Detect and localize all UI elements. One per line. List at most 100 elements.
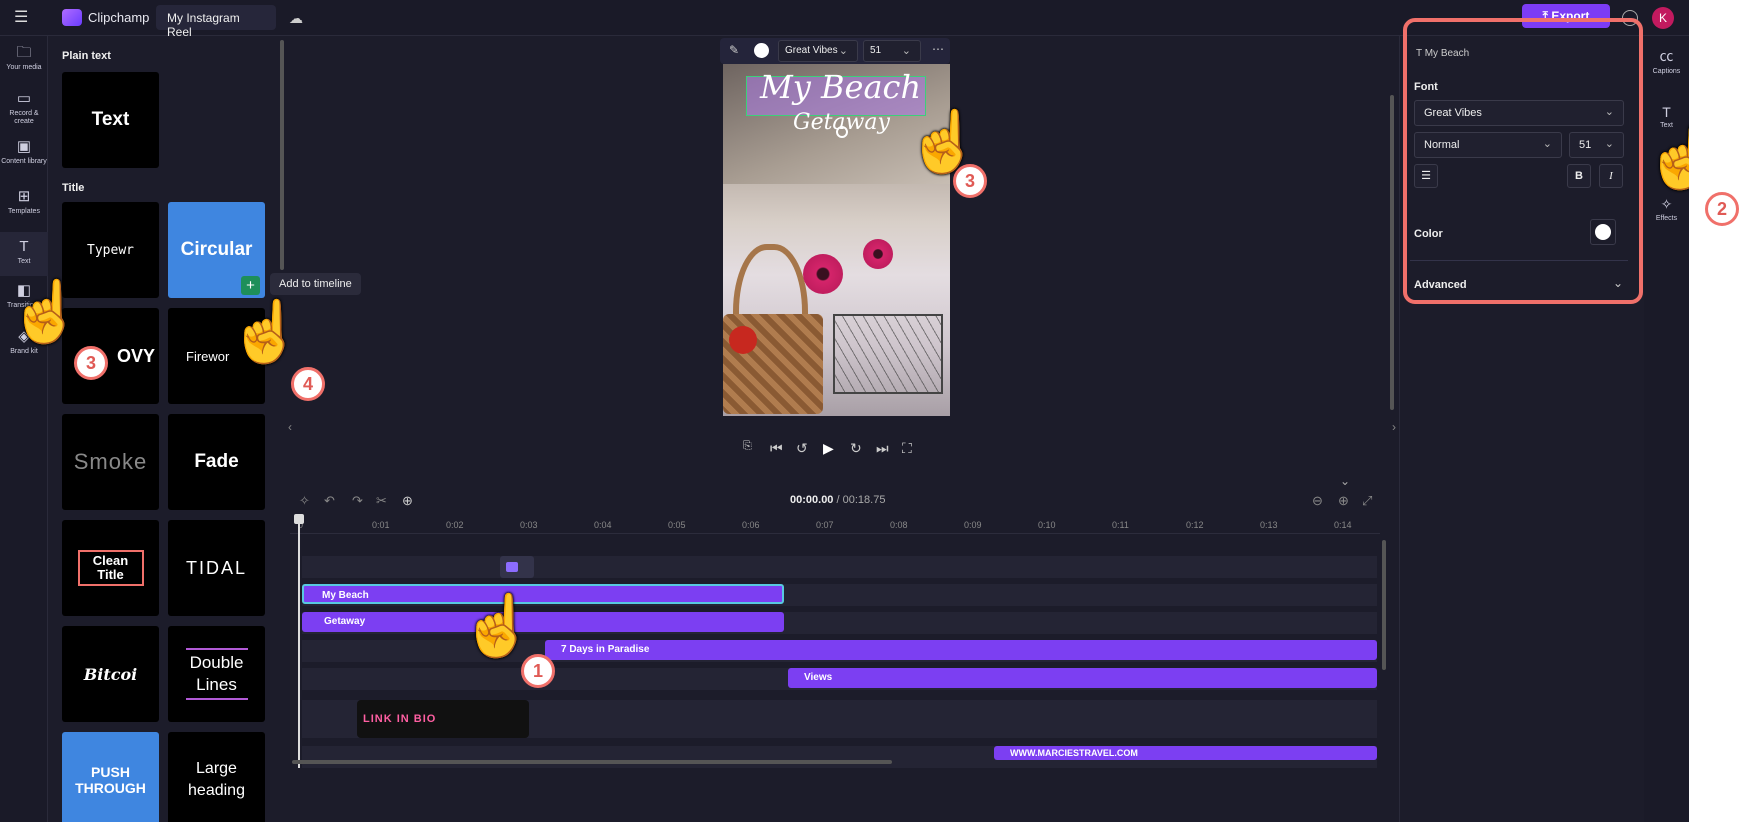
ruler-tick: 0:01 [372, 520, 390, 530]
effects-icon: ✧ [1660, 196, 1673, 212]
ruler-tick: 0:14 [1334, 520, 1352, 530]
timeline-clip-7-days[interactable]: 7 Days in Paradise [545, 640, 1377, 660]
rewind-icon[interactable]: ↺ [796, 440, 808, 457]
clipchamp-app: ☰ Clipchamp My Instagram Reel ☁ ⤒ Export… [0, 0, 1689, 822]
left-rail: 🗀 Your media ▭ Record & create ▣ Content li… [0, 36, 48, 822]
pointer-hand-icon: ☝ [1644, 124, 1689, 191]
rotate-handle[interactable] [836, 126, 848, 138]
text-card-smoke[interactable]: Smoke [62, 414, 159, 510]
ruler-tick: 0:04 [594, 520, 612, 530]
text-card-clean-title[interactable]: Clean Title [62, 520, 159, 616]
sidebar-item-text[interactable]: T Text [0, 232, 48, 276]
sidebar-item-record[interactable]: ▭ Record & create [0, 90, 48, 134]
playhead[interactable] [298, 516, 300, 768]
folder-icon: 🗀 [16, 44, 32, 61]
ruler-tick: 0:09 [964, 520, 982, 530]
split-icon[interactable]: ✂ [376, 493, 387, 509]
section-title: Title [62, 182, 85, 194]
fullscreen-icon[interactable]: ⛶ [902, 440, 912, 457]
double-lines-label: Double Lines [185, 648, 248, 700]
step-badge: 3 [74, 346, 108, 380]
text-card-fade[interactable]: Fade [168, 414, 265, 510]
toolbar-font-select[interactable]: Great Vibes ⌄ [778, 40, 858, 62]
play-icon[interactable]: ▶ [823, 440, 834, 457]
ruler-tick: 0:08 [890, 520, 908, 530]
forward-icon[interactable]: ↻ [850, 440, 862, 457]
zoom-in-icon[interactable]: ⊕ [1338, 493, 1349, 509]
ruler-tick: 0:05 [668, 520, 686, 530]
project-name-field[interactable]: My Instagram Reel [156, 5, 276, 39]
panel-scrollbar[interactable] [280, 40, 284, 270]
rail-item-captions[interactable]: ㏄ Captions [1644, 46, 1689, 75]
gerbera-flower [803, 254, 843, 294]
playback-controls: ⎘ ⏮ ↺ ▶ ↻ ⏭ ⛶ [740, 440, 940, 460]
pointer-hand-icon: ☝ [8, 278, 83, 345]
preview-scrollbar[interactable] [1390, 95, 1394, 410]
preview-title-line1[interactable]: My Beach [760, 68, 921, 106]
step-badge: 3 [953, 164, 987, 198]
ruler-tick: 0:11 [1112, 520, 1129, 530]
color-dot[interactable] [754, 43, 769, 58]
timeline-ruler[interactable]: 0 0:01 0:02 0:03 0:04 0:05 0:06 0:07 0:08 0:09 0:1… [290, 518, 1380, 534]
sidebar-item-your-media[interactable]: 🗀 Your media [0, 44, 48, 84]
text-icon: T [19, 238, 29, 255]
timeline-clip-views[interactable]: Views [788, 668, 1377, 688]
text-card-double-lines[interactable]: Double Lines [168, 626, 265, 722]
text-card-plain[interactable]: Text [62, 72, 159, 168]
avatar[interactable]: K [1652, 7, 1674, 29]
highlight-outline [1403, 18, 1643, 304]
text-card-bitcoin[interactable]: Bitcoi [62, 626, 159, 722]
pointer-hand-icon: ☝ [228, 298, 303, 365]
skip-forward-icon[interactable]: ⏭ [876, 440, 889, 457]
timeline-vscrollbar[interactable] [1382, 540, 1386, 670]
ruler-tick: 0:10 [1038, 520, 1056, 530]
app-name: Clipchamp [88, 10, 150, 25]
fit-icon[interactable]: ⤢ [1362, 493, 1372, 509]
track-row [302, 556, 1377, 578]
wire-basket [833, 314, 943, 394]
text-card-push-through[interactable]: PUSH THROUGH [62, 732, 159, 822]
timeline-clip-my-beach[interactable]: My Beach [302, 584, 784, 604]
hamburger-icon[interactable]: ☰ [14, 9, 32, 27]
templates-icon: ⊞ [17, 188, 31, 205]
step-badge: 1 [521, 654, 555, 688]
pointer-hand-icon: ☝ [460, 592, 535, 659]
sticker-clip[interactable]: LINK IN BIO [357, 700, 529, 738]
chevron-down-icon[interactable]: ⌄ [1340, 474, 1350, 488]
timeline-clip-getaway[interactable]: Getaway [302, 612, 784, 632]
zoom-out-icon[interactable]: ⊖ [1312, 493, 1323, 509]
text-icon: T [1662, 104, 1671, 120]
ruler-tick: 0:12 [1186, 520, 1204, 530]
sidebar-item-content-library[interactable]: ▣ Content library [0, 138, 48, 182]
magic-icon[interactable]: ✧ [299, 493, 310, 509]
toolbar-size-select[interactable]: 51 ⌄ [863, 40, 921, 62]
text-edit-toolbar: ✎ Great Vibes ⌄ 51 ⌄ ⋯ [720, 38, 950, 64]
library-icon: ▣ [16, 138, 32, 155]
add-media-icon[interactable]: ⊕ [402, 493, 413, 509]
tomato [729, 326, 757, 354]
text-card-tidal[interactable]: TIDAL [168, 520, 265, 616]
ruler-tick: 0:06 [742, 520, 760, 530]
collapse-left-icon[interactable]: ‹ [288, 420, 292, 434]
media-clip-mini[interactable] [500, 556, 534, 578]
text-card-large-heading[interactable]: Large heading [168, 732, 265, 822]
captions-toggle-icon[interactable]: ⎘ [743, 440, 752, 453]
step-badge: 4 [291, 367, 325, 401]
rail-item-effects[interactable]: ✧ Effects [1644, 196, 1689, 222]
sidebar-item-templates[interactable]: ⊞ Templates [0, 188, 48, 228]
captions-icon: ㏄ [1659, 48, 1674, 64]
more-icon[interactable]: ⋯ [932, 42, 944, 56]
cloud-sync-icon[interactable]: ☁ [289, 10, 303, 27]
timeline-clip-website[interactable]: WWW.MARCIESTRAVEL.COM [994, 746, 1377, 760]
camera-icon: ▭ [16, 90, 32, 107]
section-plain-text: Plain text [62, 50, 111, 62]
skip-back-icon[interactable]: ⏮ [770, 440, 783, 457]
collapse-right-icon[interactable]: › [1392, 420, 1396, 434]
playhead-handle[interactable] [294, 514, 304, 524]
tooltip: Add to timeline [270, 273, 361, 295]
add-to-timeline-button[interactable]: + [241, 276, 260, 295]
timeline-hscrollbar[interactable] [292, 760, 892, 764]
undo-icon[interactable]: ↶ [324, 493, 335, 509]
pencil-icon[interactable]: ✎ [729, 43, 739, 57]
redo-icon[interactable]: ↷ [352, 493, 363, 509]
